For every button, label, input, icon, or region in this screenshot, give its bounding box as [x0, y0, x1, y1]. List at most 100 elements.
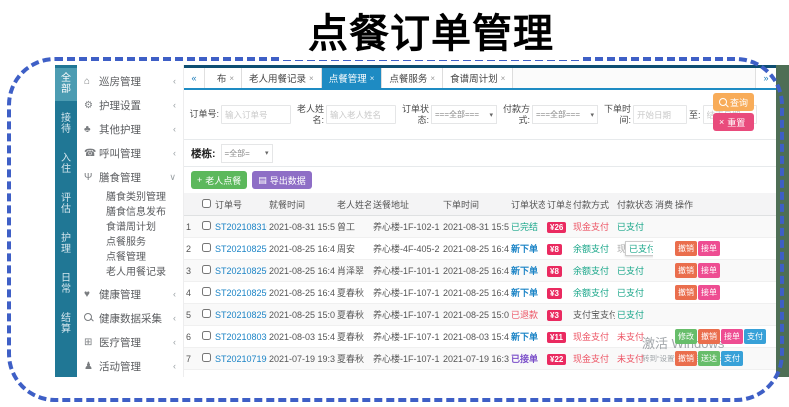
order-link[interactable]: ST2021082500	[215, 310, 267, 320]
sidebar-item[interactable]: ⚙护理设置‹	[77, 93, 183, 117]
vertical-nav-item[interactable]: 入住	[55, 148, 77, 181]
vertical-nav-item[interactable]: 接待	[55, 108, 77, 141]
elder-name-cell: 夏春秋	[335, 326, 371, 348]
order-status-select[interactable]: ===全部=== ▾	[431, 105, 497, 124]
close-icon[interactable]: ×	[501, 74, 506, 83]
row-checkbox[interactable]	[202, 243, 211, 252]
sidebar-item[interactable]: Ψ膳食管理∨	[77, 165, 183, 189]
accept-button[interactable]: 接单	[698, 285, 720, 300]
row-checkbox[interactable]	[202, 309, 211, 318]
tab-item[interactable]: 老人用餐记录×	[242, 68, 322, 88]
row-checkbox[interactable]	[202, 331, 211, 340]
start-date-input[interactable]	[633, 105, 687, 124]
sidebar-item[interactable]: 健康数据采集‹	[77, 306, 183, 330]
row-checkbox[interactable]	[202, 353, 211, 362]
sidebar-subitem[interactable]: 膳食类别管理	[77, 190, 183, 205]
price-badge: ¥26	[547, 222, 566, 233]
price-badge: ¥8	[547, 244, 562, 255]
accept-button[interactable]: 接单	[698, 241, 720, 256]
sidebar-subitem[interactable]: 膳食信息发布	[77, 205, 183, 220]
plus-icon: +	[197, 175, 202, 185]
elder-name-cell: 夏春秋	[335, 348, 371, 370]
order-link[interactable]: ST2021080300	[215, 332, 267, 342]
sidebar-subitem[interactable]: 老人用餐记录	[77, 265, 183, 280]
sidebar-subitem[interactable]: 食谱周计划	[77, 220, 183, 235]
sidebar-item[interactable]: ⌂巡房管理‹	[77, 69, 183, 93]
deliver-button[interactable]: 送达	[698, 351, 720, 366]
cancel-button[interactable]: 撤销	[675, 241, 697, 256]
close-icon[interactable]: ×	[430, 74, 435, 83]
address-cell: 养心楼-1F-107-1	[371, 282, 441, 304]
order-link[interactable]: ST2021082500	[215, 244, 267, 254]
vertical-nav-item[interactable]: 评估	[55, 188, 77, 221]
row-checkbox[interactable]	[202, 265, 211, 274]
tab-item[interactable]: 食谱周计划×	[443, 68, 513, 88]
sidebar-item[interactable]: ♟活动管理‹	[77, 354, 183, 377]
address-cell: 养心楼-4F-405-2	[371, 238, 441, 260]
sidebar-subitem[interactable]: 点餐管理	[77, 250, 183, 265]
order-total-cell: ¥26	[545, 216, 571, 238]
order-no-cell: ST2021082500	[213, 238, 267, 260]
order-total-cell: ¥3	[545, 282, 571, 304]
order-no-input[interactable]	[221, 105, 291, 124]
tab-scroll-right-icon[interactable]: »	[755, 68, 776, 88]
leaf-icon: ♣	[84, 124, 99, 135]
cancel-button[interactable]: 撤销	[698, 329, 720, 344]
sidebar-item[interactable]: ♣其他护理‹	[77, 117, 183, 141]
add-elder-order-button[interactable]: + 老人点餐	[191, 171, 247, 189]
accept-button[interactable]: 接单	[698, 263, 720, 278]
row-checkbox[interactable]	[202, 287, 211, 296]
tab-label: 点餐服务	[389, 71, 427, 85]
pay-button[interactable]: 支付	[744, 329, 766, 344]
pay-method-select[interactable]: ===全部=== ▾	[532, 105, 598, 124]
address-cell: 养心楼-1F-107-1	[371, 348, 441, 370]
edit-button[interactable]: 修改	[675, 329, 697, 344]
pay-button[interactable]: 支付	[721, 351, 743, 366]
sidebar-item-label: 护理设置	[99, 98, 173, 113]
cancel-button[interactable]: 撤销	[675, 285, 697, 300]
order-link[interactable]: ST2021071900	[215, 354, 267, 364]
order-no-cell: ST2021082500	[213, 260, 267, 282]
close-icon[interactable]: ×	[370, 74, 375, 83]
export-data-button[interactable]: ▤ 导出数据	[252, 171, 312, 189]
order-status-cell: 已接单	[509, 348, 545, 370]
tab-item[interactable]: 点餐服务×	[382, 68, 443, 88]
cancel-button[interactable]: 撤销	[675, 351, 697, 366]
tab-item[interactable]: 点餐管理×	[322, 68, 383, 88]
meal-time-cell: 2021-08-25 16:4	[267, 238, 335, 260]
cancel-button[interactable]: 撤销	[675, 263, 697, 278]
sidebar-subitem[interactable]: 点餐服务	[77, 235, 183, 250]
address-cell: 养心楼-1F-102-1	[371, 216, 441, 238]
table-header-row: 订单号就餐时间老人姓名送餐地址下单时间订单状态订单总价付款方式付款状态消费方式操…	[184, 193, 776, 216]
phone-icon: ☎	[84, 148, 99, 159]
vertical-nav-item[interactable]: 日常	[55, 268, 77, 301]
tab-scroll-left-icon[interactable]: «	[184, 68, 205, 88]
building-select[interactable]: =全部= ▾	[221, 144, 273, 163]
accept-button[interactable]: 接单	[721, 329, 743, 344]
sidebar-item[interactable]: ♥健康管理‹	[77, 282, 183, 306]
search-button[interactable]: 查询	[713, 93, 754, 111]
order-link[interactable]: ST2021082500	[215, 288, 267, 298]
vertical-nav-item[interactable]: 全部	[55, 68, 77, 101]
row-checkbox[interactable]	[202, 221, 211, 230]
pay-method-cell: 余额支付	[571, 238, 615, 260]
price-badge: ¥22	[547, 354, 566, 365]
vertical-nav-item[interactable]: 结算	[55, 308, 77, 341]
consume-method-cell	[653, 260, 673, 282]
order-link[interactable]: ST2021083100	[215, 222, 267, 232]
sidebar-item[interactable]: ⊞医疗管理‹	[77, 330, 183, 354]
close-icon[interactable]: ×	[229, 74, 234, 83]
select-all-checkbox[interactable]	[202, 199, 211, 208]
export-data-label: 导出数据	[270, 174, 306, 187]
sidebar-item[interactable]: ☎呼叫管理‹	[77, 141, 183, 165]
vertical-nav-item[interactable]: 护理	[55, 228, 77, 261]
consume-method-cell	[653, 282, 673, 304]
elder-name-input[interactable]	[326, 105, 396, 124]
close-icon[interactable]: ×	[309, 74, 314, 83]
table-row: 7ST20210719002021-07-19 19:3夏春秋养心楼-1F-10…	[184, 348, 776, 370]
utensils-icon: Ψ	[84, 172, 99, 183]
reset-button[interactable]: × 重置	[713, 113, 754, 131]
order-link[interactable]: ST2021082500	[215, 266, 267, 276]
chevron-left-icon: ‹	[173, 289, 176, 299]
tab-item-partial[interactable]: 布×	[205, 68, 242, 88]
